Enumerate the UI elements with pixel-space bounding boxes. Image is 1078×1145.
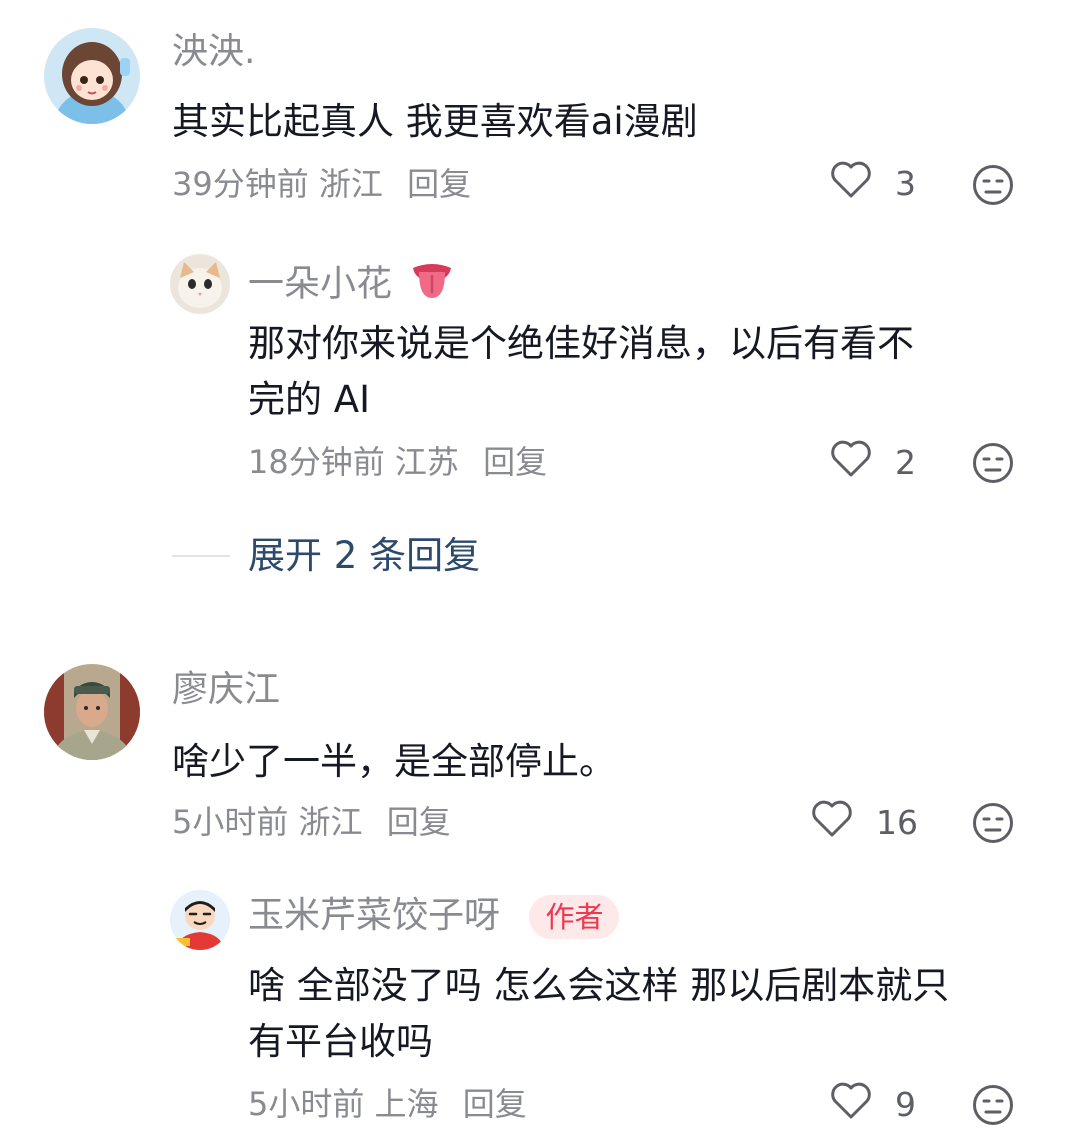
reply-text: 那对你来说是个绝佳好消息，以后有看不 完的 AI	[248, 322, 914, 421]
reply-avatar[interactable]	[170, 254, 230, 314]
comment-text: 啥少了一半，是全部停止。	[172, 740, 616, 783]
comment-location: 浙江	[298, 803, 363, 841]
meh-face-icon	[973, 1085, 1013, 1125]
heart-outline-icon	[810, 798, 876, 846]
reply-time: 5小时前	[248, 1085, 365, 1123]
reply-button[interactable]: 回复	[407, 165, 471, 203]
like-button[interactable]: 9	[829, 1081, 916, 1127]
heart-outline-icon	[829, 438, 895, 486]
comment-username[interactable]: 廖庆江	[172, 668, 280, 712]
avatar[interactable]	[44, 664, 140, 760]
like-button[interactable]: 2	[829, 439, 916, 485]
reply-button[interactable]: 回复	[483, 443, 547, 481]
reply-location: 江苏	[394, 443, 459, 481]
comment-meta: 5小时前 浙江 回复	[172, 802, 451, 842]
meh-face-icon	[973, 443, 1013, 483]
like-count: 2	[895, 442, 916, 482]
heart-outline-icon	[829, 159, 895, 207]
reply-button[interactable]: 回复	[387, 803, 451, 841]
heart-outline-icon	[829, 1080, 895, 1128]
reply-text: 啥 全部没了吗 怎么会这样 那以后剧本就只 有平台收吗	[248, 964, 950, 1063]
like-count: 16	[876, 802, 918, 842]
comment-text: 其实比起真人 我更喜欢看ai漫剧	[172, 100, 698, 143]
meh-face-icon	[973, 165, 1013, 205]
reply-username[interactable]: 玉米芹菜饺子呀 作者	[248, 894, 620, 939]
expand-replies-label: 展开 2 条回复	[248, 534, 481, 577]
meh-face-icon	[973, 803, 1013, 843]
author-badge: 作者	[529, 895, 620, 939]
reply-meta: 5小时前 上海 回复	[248, 1084, 527, 1124]
reply-location: 上海	[374, 1085, 439, 1123]
reply-username[interactable]: 一朵小花	[248, 258, 455, 313]
dislike-button[interactable]	[972, 1084, 1014, 1126]
expand-replies-button[interactable]: 展开 2 条回复	[172, 532, 480, 580]
dislike-button[interactable]	[972, 442, 1014, 484]
divider-line	[172, 555, 230, 557]
comment-time: 39分钟前	[172, 165, 309, 203]
reply-avatar[interactable]	[170, 890, 230, 950]
like-count: 9	[895, 1084, 916, 1124]
comment-location: 浙江	[318, 165, 383, 203]
comment-username[interactable]: 泱泱.	[172, 30, 255, 74]
like-button[interactable]: 16	[810, 799, 918, 845]
dislike-button[interactable]	[972, 802, 1014, 844]
comment-meta: 39分钟前 浙江 回复	[172, 164, 471, 204]
reply-meta: 18分钟前 江苏 回复	[248, 442, 547, 482]
comment-time: 5小时前	[172, 803, 289, 841]
like-button[interactable]: 3	[829, 160, 916, 206]
like-count: 3	[895, 163, 916, 203]
tongue-emoji-icon	[409, 258, 455, 313]
reply-button[interactable]: 回复	[463, 1085, 527, 1123]
reply-time: 18分钟前	[248, 443, 385, 481]
dislike-button[interactable]	[972, 164, 1014, 206]
avatar[interactable]	[44, 28, 140, 124]
